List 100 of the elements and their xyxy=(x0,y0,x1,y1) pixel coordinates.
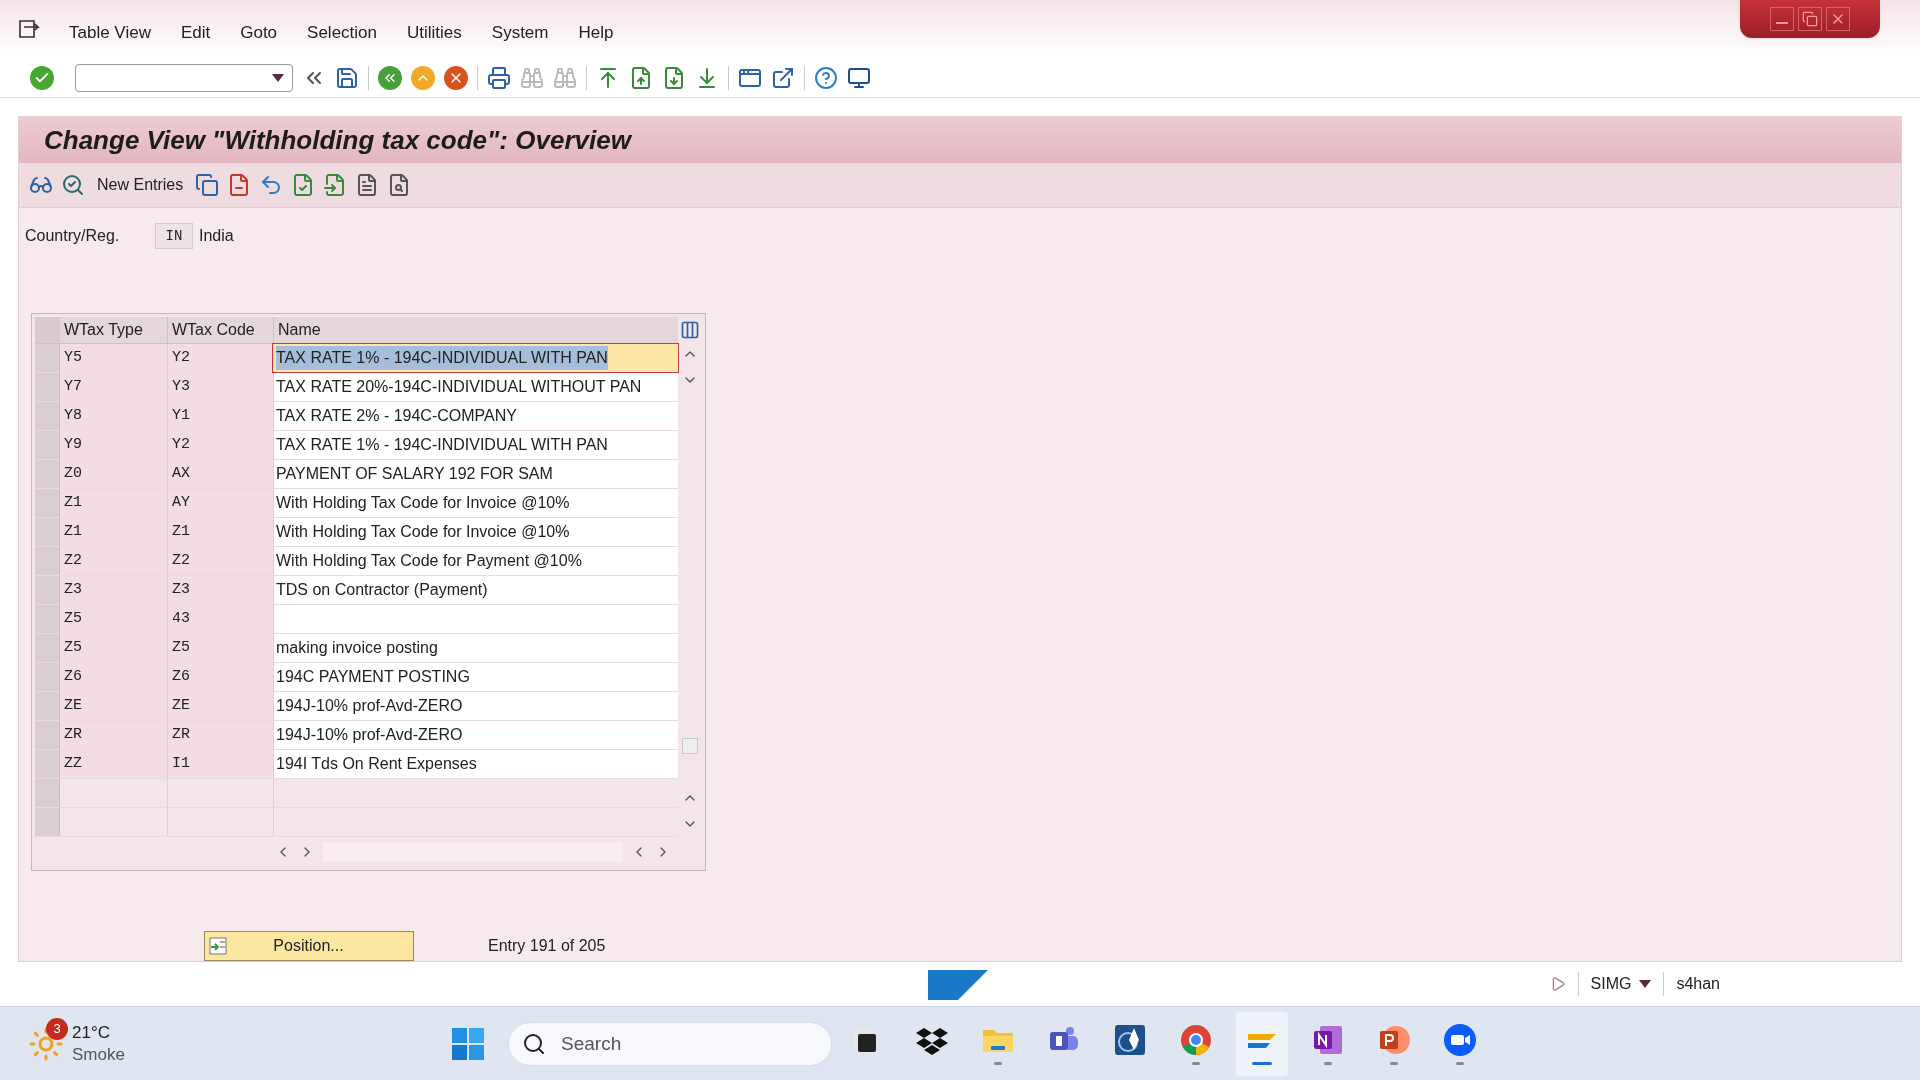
name-text: TAX RATE 20%-194C-INDIVIDUAL WITHOUT PAN xyxy=(276,377,642,397)
rocket-globe-icon[interactable] xyxy=(1112,1022,1148,1058)
next-page-icon[interactable] xyxy=(662,65,686,90)
name-cell[interactable]: TAX RATE 1% - 194C-INDIVIDUAL WITH PAN xyxy=(273,431,678,459)
weather-icon[interactable] xyxy=(28,1025,64,1062)
name-cell[interactable]: 194J-10% prof-Avd-ZERO xyxy=(273,721,678,749)
name-cell[interactable]: PAYMENT OF SALARY 192 FOR SAM xyxy=(273,460,678,488)
help-icon[interactable] xyxy=(814,65,838,90)
name-text: TDS on Contractor (Payment) xyxy=(276,580,488,600)
name-cell[interactable]: With Holding Tax Code for Payment @10% xyxy=(273,547,678,575)
search-icon xyxy=(522,1031,546,1056)
table-cell: Y2 xyxy=(167,344,273,372)
save-icon[interactable] xyxy=(335,65,359,90)
table-cell: Z5 xyxy=(60,634,167,662)
restore-icon xyxy=(1802,11,1818,27)
name-cell[interactable]: TAX RATE 1% - 194C-INDIVIDUAL WITH PAN xyxy=(273,344,678,372)
menu-item[interactable]: Selection xyxy=(292,20,392,46)
shortcut-icon[interactable] xyxy=(771,65,795,90)
name-cell[interactable]: With Holding Tax Code for Invoice @10% xyxy=(273,489,678,517)
minimize-button[interactable] xyxy=(1770,7,1794,31)
table-cell: Z2 xyxy=(167,547,273,575)
name-cell[interactable]: TAX RATE 20%-194C-INDIVIDUAL WITHOUT PAN xyxy=(273,373,678,401)
name-text: TAX RATE 1% - 194C-INDIVIDUAL WITH PAN xyxy=(276,346,608,370)
previous-page-icon[interactable] xyxy=(629,65,653,90)
country-label: Country/Reg. xyxy=(25,226,121,246)
table-cell: Z6 xyxy=(60,663,167,691)
table-cell: Y8 xyxy=(60,402,167,430)
table-cell: ZE xyxy=(60,692,167,720)
table-cell: ZR xyxy=(167,721,273,749)
screen-title: Change View "Withholding tax code": Overview xyxy=(44,123,631,157)
name-cell[interactable] xyxy=(273,605,678,633)
entry-count: Entry 191 of 205 xyxy=(488,936,606,956)
table-cell: ZR xyxy=(60,721,167,749)
name-cell[interactable]: With Holding Tax Code for Invoice @10% xyxy=(273,518,678,546)
table-cell: Z5 xyxy=(60,605,167,633)
name-text: 194C PAYMENT POSTING xyxy=(276,667,470,687)
details-icon[interactable] xyxy=(61,173,85,197)
table-cell: Y9 xyxy=(60,431,167,459)
name-cell[interactable]: TAX RATE 2% - 194C-COMPANY xyxy=(273,402,678,430)
table-cell: Y7 xyxy=(60,373,167,401)
name-cell[interactable]: 194I Tds On Rent Expenses xyxy=(273,750,678,778)
country-field[interactable]: IN xyxy=(155,223,193,249)
name-text: making invoice posting xyxy=(276,638,438,658)
copy-icon[interactable] xyxy=(195,173,220,197)
command-field[interactable] xyxy=(75,63,293,92)
name-text: TAX RATE 1% - 194C-INDIVIDUAL WITH PAN xyxy=(276,435,608,455)
name-text: 194I Tds On Rent Expenses xyxy=(276,754,477,774)
name-cell[interactable]: 194J-10% prof-Avd-ZERO xyxy=(273,692,678,720)
table-cell: 43 xyxy=(167,605,273,633)
video-camera-icon[interactable] xyxy=(1442,1022,1478,1058)
name-text: PAYMENT OF SALARY 192 FOR SAM xyxy=(276,464,553,484)
table-cell: Z3 xyxy=(167,576,273,604)
notification-badge: 3 xyxy=(46,1017,68,1040)
position-button[interactable]: Position... xyxy=(204,931,414,961)
column-header[interactable]: WTax Code xyxy=(167,317,273,343)
new-entries-button[interactable]: New Entries xyxy=(93,173,188,197)
transaction-code[interactable]: SIMG xyxy=(1590,972,1652,996)
column-settings-icon[interactable] xyxy=(680,320,700,340)
start-icon[interactable] xyxy=(450,1025,486,1062)
table-cell: AY xyxy=(167,489,273,517)
restore-button[interactable] xyxy=(1798,7,1822,31)
name-text: With Holding Tax Code for Invoice @10% xyxy=(276,493,570,513)
browser-icon[interactable] xyxy=(1178,1022,1214,1058)
name-text: 194J-10% prof-Avd-ZERO xyxy=(276,725,463,745)
back-button[interactable] xyxy=(378,65,402,90)
temperature: 21°C xyxy=(72,1022,111,1044)
dropdown-icon[interactable] xyxy=(272,73,284,82)
table-cell: Y5 xyxy=(60,344,167,372)
name-cell[interactable]: TDS on Contractor (Payment) xyxy=(273,576,678,604)
table-cell: Z2 xyxy=(60,547,167,575)
layout-icon[interactable] xyxy=(847,65,871,90)
table-cell: ZE xyxy=(167,692,273,720)
table-cell: Z1 xyxy=(60,518,167,546)
table-cell: Z5 xyxy=(167,634,273,662)
menu-item[interactable]: Edit xyxy=(165,20,226,46)
weather-condition: Smoke xyxy=(72,1043,125,1065)
menu-item[interactable]: System xyxy=(476,20,564,46)
table-cell: Z1 xyxy=(167,518,273,546)
country-name: India xyxy=(199,226,234,246)
menu-icon[interactable] xyxy=(18,19,42,39)
search-field[interactable]: Search xyxy=(508,1021,832,1066)
menu-item[interactable]: Goto xyxy=(225,20,293,46)
column-header[interactable]: WTax Type xyxy=(60,317,167,343)
table-cell: ZZ xyxy=(60,750,167,778)
minimize-icon xyxy=(1776,22,1788,24)
menu-item[interactable]: Help xyxy=(563,20,629,46)
cancel-button[interactable] xyxy=(444,65,468,90)
scroll-thumb[interactable] xyxy=(682,738,698,754)
print-icon[interactable] xyxy=(487,65,511,90)
table-cell: Y1 xyxy=(167,402,273,430)
name-text: With Holding Tax Code for Invoice @10% xyxy=(276,522,570,542)
table-cell: Z6 xyxy=(167,663,273,691)
close-button[interactable] xyxy=(1826,7,1850,31)
menu-item[interactable]: Table View xyxy=(54,20,166,46)
table-cell: AX xyxy=(167,460,273,488)
name-cell[interactable]: making invoice posting xyxy=(273,634,678,662)
enter-button[interactable] xyxy=(30,65,54,90)
name-cell[interactable]: 194C PAYMENT POSTING xyxy=(273,663,678,691)
table-cell: Y3 xyxy=(167,373,273,401)
menu-item[interactable]: Utilities xyxy=(392,20,477,46)
